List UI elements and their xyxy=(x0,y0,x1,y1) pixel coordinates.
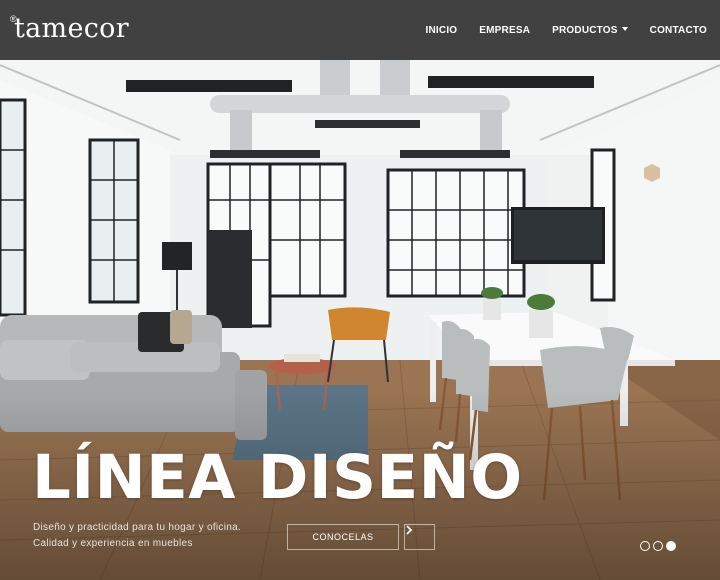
nav-item-productos[interactable]: PRODUCTOS xyxy=(552,25,628,36)
hero-subtitle-line: Calidad y experiencia en muebles xyxy=(33,538,193,549)
slide-indicators xyxy=(640,541,679,551)
logo[interactable]: tamecor xyxy=(14,13,129,44)
nav-item-productos-label: PRODUCTOS xyxy=(552,24,618,36)
hero-subtitle: Diseño y practicidad para tu hogar y ofi… xyxy=(33,520,241,552)
next-slide-button[interactable] xyxy=(404,524,435,550)
nav-item-inicio[interactable]: INICIO xyxy=(426,25,458,36)
hero-title: LÍNEA DISEÑO xyxy=(32,442,523,513)
hero-subtitle-line: Diseño y practicidad para tu hogar y ofi… xyxy=(33,522,242,533)
caret-down-icon xyxy=(621,26,628,31)
slide-dot-2[interactable] xyxy=(653,541,663,551)
slide-dot-3[interactable] xyxy=(666,541,676,551)
hero-slider: LÍNEA DISEÑO Diseño y practicidad para t… xyxy=(0,60,720,580)
main-nav: INICIO EMPRESA PRODUCTOS CONTACTO xyxy=(404,0,707,60)
navbar: ® tamecor INICIO EMPRESA PRODUCTOS CONTA… xyxy=(0,0,720,60)
nav-item-empresa[interactable]: EMPRESA xyxy=(479,25,530,36)
chevron-right-icon xyxy=(406,525,413,535)
slide-dot-1[interactable] xyxy=(640,541,650,551)
conocelas-button[interactable]: CONOCELAS xyxy=(287,524,399,550)
nav-item-contacto[interactable]: CONTACTO xyxy=(650,25,707,36)
